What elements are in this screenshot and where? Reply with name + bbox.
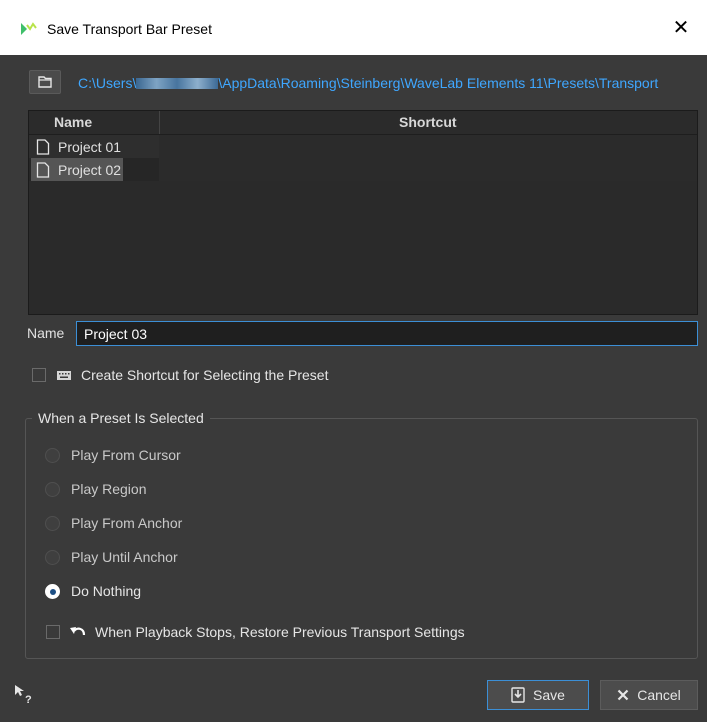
cancel-icon	[617, 689, 629, 701]
preset-name: Project 01	[58, 138, 122, 155]
radio-play-until-anchor[interactable]	[45, 550, 60, 565]
groupbox-title: When a Preset Is Selected	[32, 410, 210, 426]
title-bar: Save Transport Bar Preset ✕	[0, 0, 707, 55]
name-label: Name	[27, 325, 65, 341]
column-header-name[interactable]: Name	[54, 114, 92, 130]
preset-name-input[interactable]	[76, 321, 698, 346]
save-transport-bar-preset-dialog: Save Transport Bar Preset ✕ C:\Users\ \Ap…	[0, 0, 707, 722]
radio-play-from-cursor[interactable]	[45, 448, 60, 463]
preset-folder-path[interactable]: C:\Users\ \AppData\Roaming\Steinberg\Wave…	[78, 75, 658, 91]
name-cell: Project 02	[31, 158, 124, 181]
path-prefix: C:\Users\	[78, 75, 137, 91]
wavelab-app-icon	[21, 22, 37, 35]
undo-icon	[70, 627, 86, 636]
window-title: Save Transport Bar Preset	[47, 21, 212, 37]
whats-this-help-icon[interactable]: ?	[12, 682, 36, 706]
restore-settings-label[interactable]: When Playback Stops, Restore Previous Tr…	[95, 624, 465, 640]
create-shortcut-label[interactable]: Create Shortcut for Selecting the Preset	[81, 367, 328, 383]
label-play-region[interactable]: Play Region	[71, 481, 147, 497]
preset-table: Name Shortcut Project 01 Project 02	[28, 110, 698, 315]
label-play-until-anchor[interactable]: Play Until Anchor	[71, 549, 178, 565]
folder-icon	[38, 76, 52, 88]
radio-play-region[interactable]	[45, 482, 60, 497]
shortcut-cell	[159, 135, 697, 158]
label-do-nothing[interactable]: Do Nothing	[71, 583, 141, 599]
dialog-content: C:\Users\ \AppData\Roaming\Steinberg\Wave…	[0, 55, 707, 722]
close-button[interactable]: ✕	[667, 14, 695, 42]
table-header: Name Shortcut	[29, 111, 697, 135]
svg-text:?: ?	[25, 694, 32, 706]
browse-folder-button[interactable]	[29, 70, 61, 94]
table-row-selected[interactable]: Project 02	[29, 158, 697, 181]
radio-do-nothing[interactable]	[45, 584, 60, 599]
table-row[interactable]: Project 01	[29, 135, 697, 158]
label-play-from-anchor[interactable]: Play From Anchor	[71, 515, 182, 531]
shortcut-cell	[159, 158, 697, 181]
preset-name: Project 02	[58, 161, 122, 178]
create-shortcut-checkbox[interactable]	[32, 368, 46, 382]
save-button-label: Save	[533, 687, 565, 703]
save-icon	[511, 687, 525, 703]
path-suffix: \AppData\Roaming\Steinberg\WaveLab Eleme…	[218, 75, 659, 91]
save-button[interactable]: Save	[487, 680, 589, 710]
cancel-button-label: Cancel	[637, 687, 681, 703]
name-cell: Project 01	[31, 135, 123, 158]
label-play-from-cursor[interactable]: Play From Cursor	[71, 447, 181, 463]
file-icon	[36, 138, 50, 155]
redacted-username	[136, 78, 219, 89]
file-icon	[36, 161, 50, 178]
cancel-button[interactable]: Cancel	[600, 680, 698, 710]
keyboard-icon	[57, 371, 71, 380]
radio-play-from-anchor[interactable]	[45, 516, 60, 531]
restore-settings-checkbox[interactable]	[46, 625, 60, 639]
column-separator[interactable]	[159, 111, 160, 134]
column-header-shortcut[interactable]: Shortcut	[399, 114, 457, 130]
